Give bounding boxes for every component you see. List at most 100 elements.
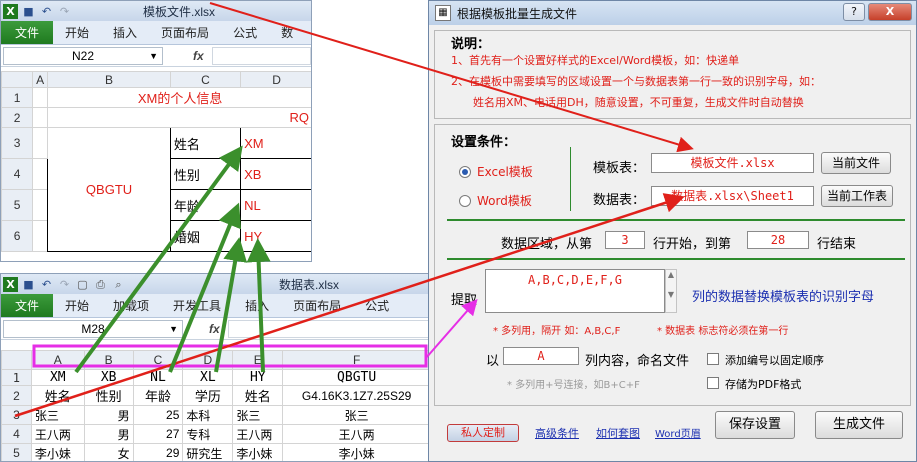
- redo-icon[interactable]: ↷: [57, 4, 72, 19]
- row-header-1[interactable]: 1: [1, 87, 34, 108]
- col-header-d[interactable]: D: [240, 71, 311, 88]
- word-header-link[interactable]: Word页眉: [655, 425, 701, 440]
- cell[interactable]: 张三: [282, 405, 429, 425]
- cell[interactable]: G4.16K3.1Z7.25S29: [282, 385, 429, 406]
- cell[interactable]: XL: [182, 369, 234, 386]
- cell[interactable]: HY: [232, 369, 284, 386]
- save-settings-button[interactable]: 保存设置: [715, 411, 795, 439]
- cell[interactable]: 李小妹: [282, 443, 429, 461]
- undo-icon[interactable]: ↶: [39, 4, 54, 19]
- row-header[interactable]: 2: [1, 385, 32, 406]
- tab-page-layout[interactable]: 页面布局: [149, 21, 221, 44]
- advanced-conditions-link[interactable]: 高级条件: [535, 425, 579, 441]
- cell[interactable]: XM: [30, 369, 85, 386]
- tab-home[interactable]: 开始: [53, 294, 101, 317]
- cell[interactable]: [32, 127, 49, 159]
- fixed-order-checkbox[interactable]: [707, 353, 719, 365]
- tab-file[interactable]: 文件: [1, 294, 54, 317]
- cell[interactable]: 王八两: [282, 424, 429, 444]
- close-button[interactable]: X: [868, 3, 912, 21]
- select-all-corner[interactable]: [1, 350, 32, 370]
- cell[interactable]: 女: [83, 443, 134, 461]
- cell[interactable]: 研究生: [182, 443, 234, 461]
- help-button[interactable]: ?: [843, 3, 865, 21]
- cell[interactable]: 王八两: [30, 424, 85, 444]
- title-cell[interactable]: XM的个人信息: [47, 87, 311, 108]
- undo-icon[interactable]: ↶: [39, 277, 54, 292]
- row-header-6[interactable]: 6: [1, 220, 34, 252]
- current-file-button[interactable]: 当前文件: [821, 152, 891, 174]
- row-header[interactable]: 1: [1, 369, 32, 386]
- range-end-field[interactable]: 28: [747, 231, 809, 249]
- name-box[interactable]: M28 ▼: [3, 319, 183, 338]
- data-table-field[interactable]: 数据表.xlsx\Sheet1: [651, 186, 814, 206]
- radio-word-label[interactable]: Word模板: [477, 192, 532, 209]
- col-header-c[interactable]: C: [132, 350, 184, 370]
- row-header-4[interactable]: 4: [1, 158, 34, 190]
- tab-home[interactable]: 开始: [53, 21, 101, 44]
- cell[interactable]: 29: [132, 443, 184, 461]
- tab-page-layout[interactable]: 页面布局: [281, 294, 353, 317]
- extract-scrollbar[interactable]: ▲ ▼: [665, 269, 677, 313]
- cell[interactable]: 张三: [232, 405, 284, 425]
- tab-formulas[interactable]: 公式: [221, 21, 269, 44]
- save-icon[interactable]: ■: [21, 4, 36, 19]
- cell[interactable]: 男: [83, 405, 134, 425]
- name-box[interactable]: N22 ▼: [3, 46, 163, 65]
- cell[interactable]: 本科: [182, 405, 234, 425]
- row-header-3[interactable]: 3: [1, 127, 34, 159]
- generate-files-button[interactable]: 生成文件: [815, 411, 903, 439]
- row-header[interactable]: 4: [1, 424, 32, 444]
- save-pdf-label[interactable]: 存储为PDF格式: [725, 376, 801, 392]
- cell[interactable]: 张三: [30, 405, 85, 425]
- cell[interactable]: 男: [83, 424, 134, 444]
- cell[interactable]: NL: [132, 369, 184, 386]
- cell[interactable]: 27: [132, 424, 184, 444]
- cell[interactable]: 性别: [83, 385, 134, 406]
- row-header[interactable]: 3: [1, 405, 32, 425]
- cell[interactable]: QBGTU: [282, 369, 429, 386]
- cell[interactable]: 李小妹: [30, 443, 85, 461]
- cell[interactable]: 李小妹: [232, 443, 284, 461]
- how-to-image-link[interactable]: 如何套图: [596, 425, 640, 441]
- col-header-b[interactable]: B: [47, 71, 171, 88]
- code-cell-hy[interactable]: HY: [240, 220, 311, 252]
- cell[interactable]: 专科: [182, 424, 234, 444]
- private-custom-button[interactable]: 私人定制: [447, 424, 519, 442]
- formula-input[interactable]: [211, 46, 311, 65]
- rq-cell[interactable]: RQ: [47, 107, 311, 128]
- code-cell-xb[interactable]: XB: [240, 158, 311, 190]
- cell[interactable]: 学历: [182, 385, 234, 406]
- tab-insert[interactable]: 插入: [233, 294, 281, 317]
- current-sheet-button[interactable]: 当前工作表: [821, 185, 893, 207]
- row-header-2[interactable]: 2: [1, 107, 34, 128]
- extract-columns-field[interactable]: A,B,C,D,E,F,G: [485, 269, 665, 313]
- cell[interactable]: 王八两: [232, 424, 284, 444]
- cell[interactable]: [32, 107, 49, 128]
- new-file-icon[interactable]: ▢: [75, 277, 90, 292]
- formula-input[interactable]: [227, 319, 429, 338]
- tab-insert[interactable]: 插入: [101, 21, 149, 44]
- radio-excel-template[interactable]: [459, 166, 471, 178]
- cell[interactable]: 年龄: [132, 385, 184, 406]
- col-header-e[interactable]: E: [232, 350, 284, 370]
- code-cell-nl[interactable]: NL: [240, 189, 311, 221]
- redo-icon[interactable]: ↷: [57, 277, 72, 292]
- save-icon[interactable]: ■: [21, 277, 36, 292]
- label-cell-name[interactable]: 姓名: [169, 127, 242, 159]
- tab-file[interactable]: 文件: [1, 21, 54, 44]
- row-header-5[interactable]: 5: [1, 189, 34, 221]
- tab-formulas[interactable]: 公式: [353, 294, 401, 317]
- range-start-field[interactable]: 3: [605, 231, 645, 249]
- col-header-c[interactable]: C: [169, 71, 242, 88]
- row-header[interactable]: 5: [1, 443, 32, 461]
- function-icon[interactable]: fx: [193, 49, 204, 63]
- naming-column-field[interactable]: A: [503, 347, 579, 365]
- select-all-corner[interactable]: [1, 71, 34, 88]
- search-icon[interactable]: ⌕: [111, 277, 126, 292]
- tab-developer[interactable]: 开发工具: [161, 294, 233, 317]
- print-preview-icon[interactable]: ⎙: [93, 277, 108, 292]
- radio-word-template[interactable]: [459, 195, 471, 207]
- cell[interactable]: [32, 158, 49, 190]
- label-cell-age[interactable]: 年龄: [169, 189, 242, 221]
